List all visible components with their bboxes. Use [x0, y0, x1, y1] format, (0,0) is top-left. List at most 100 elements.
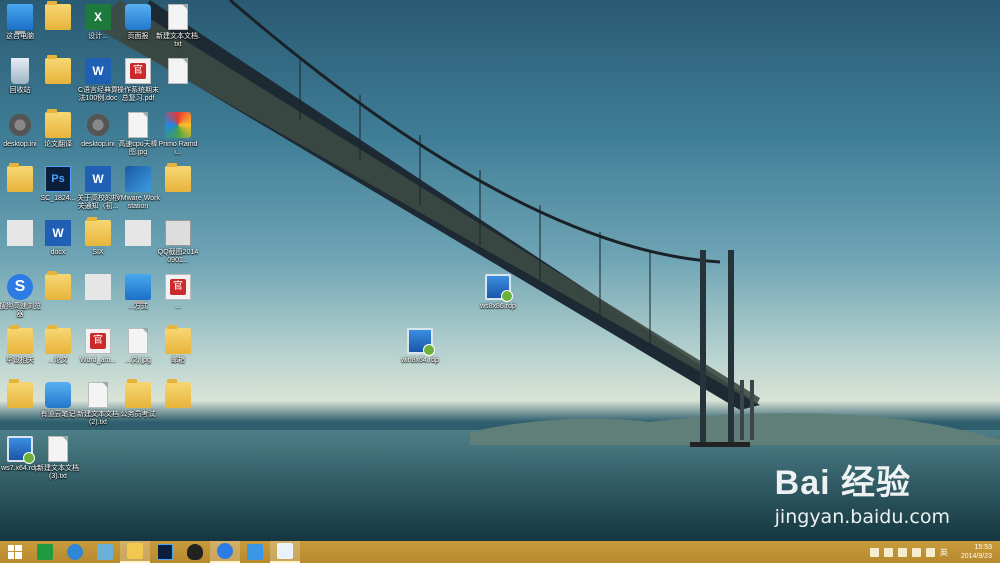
qq-penguin-icon [187, 544, 203, 560]
desktop-icon[interactable] [0, 220, 40, 249]
sketch-icon [7, 220, 33, 246]
desktop-icon[interactable]: desktop.ini [78, 112, 118, 149]
pc-icon [125, 274, 151, 304]
desktop-icon-label: ...论文 [48, 357, 68, 364]
desktop-icon-label: ...(2).jpg [125, 357, 151, 364]
desktop-icon[interactable] [38, 1, 78, 33]
doc-icon [128, 328, 148, 354]
desktop-icon-label: desktop.ini [81, 141, 115, 148]
start-button[interactable] [0, 541, 30, 563]
rdp-icon [7, 436, 35, 464]
desktop-icon[interactable]: 邮箱 [158, 325, 198, 365]
desktop-icon[interactable]: 新建文本文档(2).txt [77, 382, 119, 427]
desktop-icon-label: 操作系统期末总复习.pdf [117, 87, 159, 102]
folder-icon [45, 55, 71, 84]
desktop-icon[interactable]: 论文翻译 [38, 109, 78, 149]
folder-icon [85, 217, 111, 246]
desktop-icon[interactable] [78, 274, 118, 303]
youdao-note-icon [247, 544, 263, 560]
folder-icon [45, 325, 71, 354]
taskbar-youdao-button[interactable] [240, 541, 270, 563]
desktop-icon-label: docx [50, 249, 66, 256]
taskbar-sogou-button[interactable] [210, 541, 240, 563]
desktop-icon[interactable]: SIX [78, 217, 118, 257]
desktop-icon[interactable]: desktop.ini [0, 112, 40, 149]
clock[interactable]: 15:53 2014/9/23 [961, 543, 992, 561]
desktop-icon[interactable]: Word_am... [78, 328, 118, 365]
desktop-icon[interactable] [158, 58, 198, 87]
desktop-icon[interactable] [158, 163, 198, 195]
qq-icon [165, 220, 191, 246]
desktop-icon[interactable]: 新建文本文档.txt [156, 4, 200, 49]
desktop-icon[interactable]: Ps SC_1824... [38, 166, 78, 203]
desktop-icon-floating[interactable]: ws8x86.rdp [476, 274, 520, 311]
taskbar-store-button[interactable] [30, 541, 60, 563]
taskbar-chat-button[interactable] [270, 541, 300, 563]
desktop-icon[interactable]: 公务员考试 [118, 379, 158, 419]
desktop-icon[interactable]: ws7.x64.rdp [0, 436, 40, 473]
network-icon[interactable] [911, 547, 921, 557]
desktop-icon[interactable] [118, 220, 158, 249]
desktop-icon[interactable]: 页面报 [118, 4, 158, 41]
desktop-icon-label: ...方式 [128, 303, 148, 310]
desktop-icon[interactable] [0, 379, 40, 411]
desktop-icon[interactable]: X 设计... [78, 4, 118, 41]
desktop-icon-label: 页面报 [127, 33, 149, 40]
sketch-icon [125, 220, 151, 246]
volume-icon[interactable] [925, 547, 935, 557]
desktop-icon[interactable]: W 关于高校的相关通知（初... [77, 166, 119, 211]
folder-icon [7, 325, 33, 354]
desktop-icon[interactable]: 有道云笔记 [38, 382, 78, 419]
desktop-icon[interactable]: 回收站 [0, 58, 40, 95]
ime-indicator[interactable]: 英 [940, 547, 948, 558]
desktop-icon[interactable]: ...论文 [38, 325, 78, 365]
desktop-icon[interactable]: ...方式 [118, 274, 158, 311]
desktop-icon-floating[interactable]: win8x64.rdp [398, 328, 442, 365]
file-explorer-icon [127, 543, 143, 559]
folder-icon [165, 325, 191, 354]
desktop-icon[interactable]: ... [158, 274, 198, 311]
desktop-icon[interactable]: 高速cpu天棒图.jpg [118, 112, 158, 157]
desktop-icon-label: 回收站 [9, 87, 31, 94]
desktop[interactable]: 这台电脑 X 设计... 页面报 新建文本文档.txt 回收站 W C语言经典算法100例.d… [0, 0, 1000, 541]
desktop-icon[interactable]: VMware Workstation [116, 166, 160, 211]
desktop-icon[interactable] [38, 271, 78, 303]
desktop-icon-label: 公务员考试 [120, 411, 156, 418]
desktop-icon-label: 有道云笔记 [40, 411, 76, 418]
show-hidden-icons-icon[interactable] [883, 547, 893, 557]
vmware-icon [125, 166, 151, 192]
word-icon: W [85, 58, 111, 84]
desktop-icon[interactable]: 新建文本文档(3).txt [37, 436, 79, 481]
desktop-icon[interactable]: S 搜狗高速浏览器 [0, 274, 41, 319]
gear-icon [85, 112, 111, 138]
desktop-icon[interactable] [158, 379, 198, 411]
desktop-icon[interactable] [38, 55, 78, 87]
taskbar-explorer-button[interactable] [120, 541, 150, 563]
desktop-icon-label: C语言经典算法100例.doc [77, 87, 119, 102]
folder-icon [125, 379, 151, 408]
desktop-icon[interactable]: W C语言经典算法100例.doc [78, 58, 118, 103]
power-icon[interactable] [897, 547, 907, 557]
watermark-url: jingyan.baidu.com [774, 506, 950, 528]
clock-time: 15:53 [974, 544, 992, 551]
taskbar: 英 15:53 2014/9/23 [0, 541, 1000, 563]
taskbar-photoshop-button[interactable] [150, 541, 180, 563]
taskbar-qq-button[interactable] [180, 541, 210, 563]
taskbar-media-button[interactable] [90, 541, 120, 563]
doc-icon [168, 4, 188, 30]
taskbar-ie-button[interactable] [60, 541, 90, 563]
sogou-icon: S [7, 274, 33, 300]
desktop-icon[interactable]: Wdocx [38, 220, 78, 257]
desktop-icon[interactable]: 操作系统期末总复习.pdf [117, 58, 159, 103]
desktop-icon[interactable]: ...(2).jpg [118, 328, 158, 365]
desktop-icon-label: ... [175, 303, 181, 310]
desktop-icon[interactable]: 这台电脑 [0, 4, 40, 41]
desktop-icon[interactable]: Primo Ramdi... [158, 112, 198, 157]
word-icon: W [45, 220, 71, 246]
desktop-icon[interactable] [0, 163, 40, 195]
desktop-icon-label: 新建文本文档(3).txt [37, 465, 79, 480]
desktop-icon[interactable]: 毕设相关 [0, 325, 40, 365]
flag-icon[interactable] [869, 547, 879, 557]
desktop-icon[interactable]: QQ截图20140901... [158, 220, 198, 265]
chat-bubble-icon [277, 543, 293, 559]
